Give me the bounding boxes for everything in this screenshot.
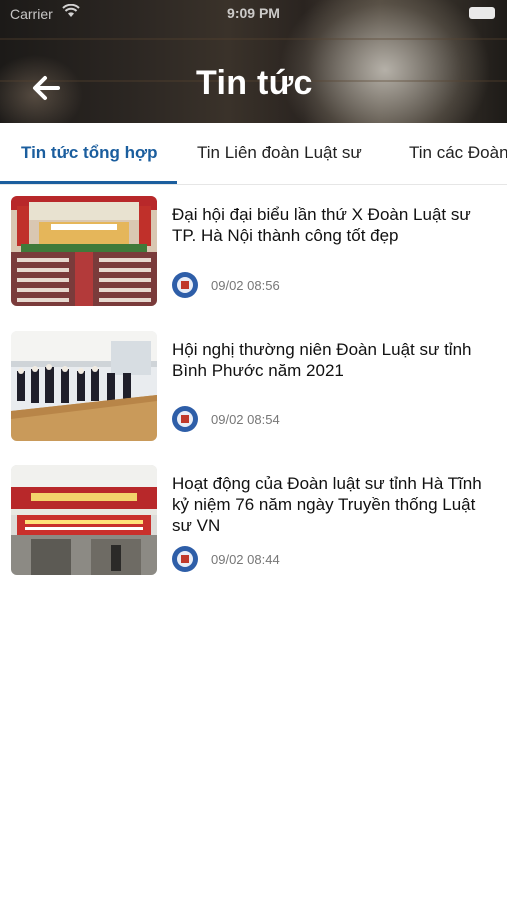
- tab-general-news[interactable]: Tin tức tổng hợp: [21, 143, 157, 163]
- battery-icon: [469, 7, 495, 19]
- news-time: 09/02 08:56: [211, 278, 280, 293]
- arrow-left-icon: [33, 76, 60, 100]
- source-logo-icon: [172, 546, 198, 572]
- news-item[interactable]: Hoạt động của Đoàn luật sư tỉnh Hà Tĩnh …: [0, 465, 507, 585]
- status-time: 9:09 PM: [227, 5, 280, 21]
- news-title: Đại hội đại biểu lần thứ X Đoàn Luật sư …: [172, 205, 471, 245]
- news-time: 09/02 08:54: [211, 412, 280, 427]
- news-item[interactable]: Đại hội đại biểu lần thứ X Đoàn Luật sư …: [0, 196, 507, 316]
- tab-bar-associations-news[interactable]: Tin các Đoàn: [409, 143, 507, 163]
- page-title: Tin tức: [196, 64, 313, 102]
- source-logo-icon: [172, 272, 198, 298]
- source-logo-icon: [172, 406, 198, 432]
- news-title: Hội nghị thường niên Đoàn Luật sư tỉnh B…: [172, 340, 472, 380]
- active-tab-indicator: [0, 181, 177, 184]
- news-title: Hoạt động của Đoàn luật sư tỉnh Hà Tĩnh …: [172, 474, 482, 535]
- news-thumbnail: [11, 196, 157, 306]
- news-thumbnail: [11, 465, 157, 575]
- tab-bar: Tin tức tổng hợp Tin Liên đoàn Luật sư T…: [0, 123, 507, 185]
- news-thumbnail: [11, 331, 157, 441]
- back-button[interactable]: [28, 70, 64, 106]
- status-bar: Carrier 9:09 PM: [0, 0, 507, 28]
- header-decor: [0, 38, 507, 40]
- tab-federation-news[interactable]: Tin Liên đoàn Luật sư: [197, 143, 362, 163]
- news-time: 09/02 08:44: [211, 552, 280, 567]
- header: Carrier 9:09 PM Tin tức: [0, 0, 507, 123]
- news-item[interactable]: Hội nghị thường niên Đoàn Luật sư tỉnh B…: [0, 331, 507, 451]
- news-screen: Carrier 9:09 PM Tin tức Tin tức tổng hợp…: [0, 0, 507, 900]
